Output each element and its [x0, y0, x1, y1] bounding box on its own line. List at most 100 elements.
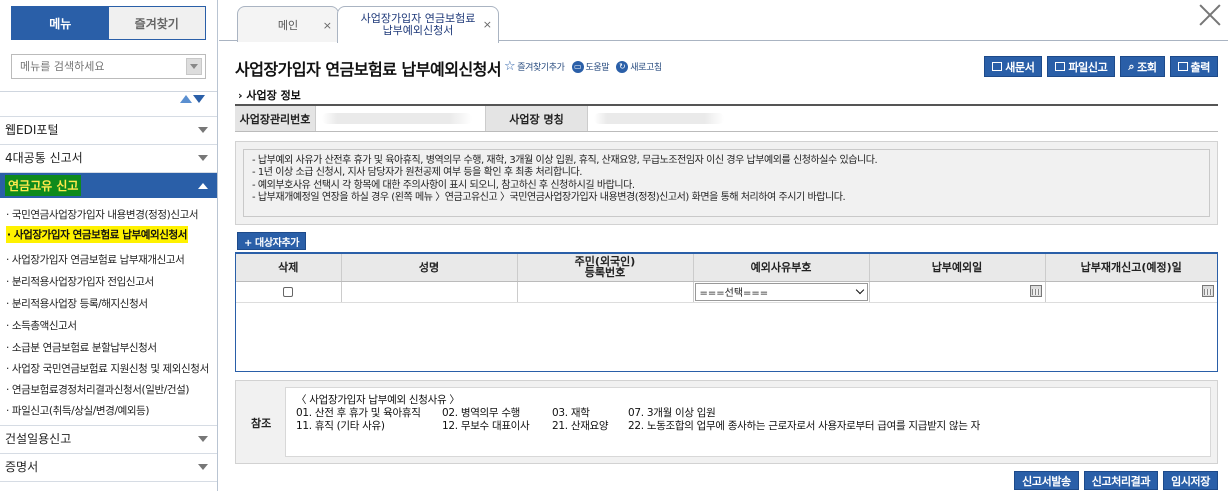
submenu-item[interactable]: · 분리적용사업장가입자 전입신고서 — [6, 274, 154, 289]
menu-group-pension[interactable]: 연금고유 신고 — [0, 172, 217, 198]
column-header-exception-date: 납부예외일 — [869, 254, 1046, 282]
submenu-item[interactable]: · 사업장 국민연금보험료 지원신청 및 제외신청서 — [6, 361, 209, 376]
notice-content: - 납부예외 사유가 산전후 휴가 및 육아휴직, 병역의무 수행, 재학, 3… — [243, 149, 1210, 217]
submenu-item[interactable]: · 파일신고(취득/상실/변경/예외등) — [6, 403, 149, 418]
menu-group-common[interactable]: 4대공통 신고서 — [0, 144, 217, 170]
exception-code-select[interactable]: ===선택=== — [694, 282, 868, 301]
reference-content: 〈 사업장가입자 납부예외 신청사유 〉 01. 산전 후 휴가 및 육아휴직 … — [285, 387, 1211, 457]
new-document-button[interactable]: 새문서 — [984, 56, 1043, 77]
reference-row: 11. 휴직 (기타 사유) 12. 무보수 대표이사 21. 산재요양 22.… — [296, 420, 1200, 433]
business-name-value — [587, 106, 1218, 131]
expand-collapse-controls — [180, 95, 205, 103]
exception-date-input[interactable] — [870, 282, 1045, 302]
submenu-item[interactable]: · 사업장가입자 연금보험료 납부재개신고서 — [6, 252, 185, 267]
favorite-link[interactable]: ☆ 즐겨찾기추가 — [504, 58, 565, 74]
tab-main[interactable]: 메인 × — [237, 6, 339, 42]
close-icon[interactable]: × — [323, 19, 332, 32]
report-result-button[interactable]: 신고처리결과 — [1083, 471, 1159, 490]
notice-line: - 납부재개예정일 연장을 하실 경우 (왼쪽 메뉴 〉연금고유신고 〉국민연금… — [252, 191, 846, 203]
delete-checkbox[interactable] — [283, 286, 294, 297]
column-header-exception-code: 예외사유부호 — [693, 254, 870, 282]
notice-box: - 납부예외 사유가 산전후 휴가 및 육아휴직, 병역의무 수행, 재학, 3… — [235, 141, 1218, 225]
button-label: 조회 — [1137, 60, 1157, 74]
menu-group-label: 증명서 — [5, 460, 39, 474]
menu-search — [11, 54, 206, 79]
business-name-label: 사업장 명칭 — [485, 106, 587, 131]
exception-code-cell: ===선택=== — [693, 281, 870, 303]
button-label: 파일신고 — [1068, 60, 1108, 74]
submenu-item[interactable]: · 연금보험료경정처리결과신청서(일반/건설) — [6, 382, 189, 397]
reason-item: 07. 3개월 이상 입원 — [628, 407, 716, 419]
search-icon: ⌕ — [1128, 59, 1135, 73]
notice-line: - 납부예외 사유가 산전후 휴가 및 육아휴직, 병역의무 수행, 재학, 3… — [252, 155, 878, 166]
refresh-icon: ↻ — [616, 60, 629, 73]
search-dropdown-button[interactable] — [186, 58, 202, 75]
search-button[interactable]: ⌕ 조회 — [1120, 56, 1165, 77]
help-link-label: 도움말 — [585, 63, 610, 73]
chevron-up-icon — [198, 183, 208, 189]
folder-icon — [992, 62, 1003, 71]
tab-menu[interactable]: 메뉴 — [12, 7, 109, 39]
page-title: 사업장가입자 연금보험료 납부예외신청서 — [235, 60, 502, 79]
submenu-item[interactable]: · 분리적용사업장 등록/해지신청서 — [6, 296, 148, 311]
exception-date-cell[interactable] — [869, 281, 1046, 303]
delete-cell — [236, 281, 342, 303]
add-target-button[interactable]: + 대상자추가 — [237, 232, 307, 250]
submenu-item-selected[interactable]: · 사업장가입자 연금보험료 납부예외신청서 — [6, 226, 189, 243]
menu-group-label: 연금고유 신고 — [5, 175, 82, 196]
reference-label: 참조 — [251, 417, 272, 430]
temp-save-button[interactable]: 임시저장 — [1163, 471, 1218, 490]
submit-report-button[interactable]: 신고서발송 — [1014, 471, 1079, 490]
submenu-item[interactable]: · 소득총액신고서 — [6, 318, 77, 333]
reason-item: 11. 휴직 (기타 사유) — [296, 420, 385, 432]
close-window-icon[interactable] — [1198, 3, 1222, 27]
reason-item: 03. 재학 — [552, 407, 590, 419]
notice-line: - 1년 이상 소급 신청시, 지사 담당자가 원천공제 여부 등을 확인 후 … — [252, 167, 583, 179]
toolbar: 새문서 파일신고 ⌕ 조회 출력 — [984, 56, 1218, 77]
reason-item: 21. 산재요양 — [552, 420, 609, 432]
file-report-button[interactable]: 파일신고 — [1047, 56, 1116, 77]
submenu-item[interactable]: · 소급분 연금보험료 분할납부신청서 — [6, 340, 157, 355]
reason-item: 12. 무보수 대표이사 — [442, 420, 530, 432]
close-icon[interactable]: × — [483, 19, 492, 31]
rrn-cell[interactable] — [517, 281, 694, 303]
masked-value — [322, 113, 472, 124]
star-icon: ☆ — [504, 58, 516, 74]
chevron-down-icon — [198, 464, 208, 470]
help-link[interactable]: ▭ 도움말 — [571, 60, 610, 73]
tab-current[interactable]: 사업장가입자 연금보험료 납부예외신청서 × — [337, 6, 499, 43]
resume-date-input[interactable] — [1046, 282, 1218, 302]
table-row: ===선택=== — [236, 281, 1218, 303]
menu-group-webedi[interactable]: 웹EDI포털 — [0, 116, 217, 142]
mgmt-no-value — [315, 106, 485, 131]
sidebar: 메뉴 즐겨찾기 웹EDI포털 4대공통 신고서 연금고유 신고 · 국민연금사업… — [0, 0, 218, 491]
reference-heading: 〈 사업장가입자 납부예외 신청사유 〉 — [296, 394, 460, 406]
favorite-link-label: 즐겨찾기추가 — [517, 63, 565, 73]
refresh-link-label: 새로고침 — [630, 63, 662, 73]
chevron-down-icon — [855, 285, 864, 295]
submenu-item[interactable]: · 국민연금사업장가입자 내용변경(정정)신고서 — [6, 207, 199, 222]
collapse-all-icon[interactable] — [180, 95, 192, 103]
tab-favorites[interactable]: 즐겨찾기 — [108, 7, 205, 39]
folder-icon — [1055, 62, 1066, 71]
column-header-name: 성명 — [341, 254, 518, 282]
print-button[interactable]: 출력 — [1169, 56, 1218, 77]
expand-all-icon[interactable] — [193, 95, 205, 103]
calendar-icon[interactable] — [1202, 284, 1214, 297]
column-header-rrn-line2: 등록번호 — [584, 266, 626, 280]
chevron-down-icon — [198, 127, 208, 133]
select-value: ===선택=== — [699, 288, 769, 299]
calendar-icon[interactable] — [1029, 284, 1042, 297]
menu-group-more[interactable] — [0, 481, 217, 491]
name-cell[interactable] — [341, 281, 518, 303]
reason-item: 02. 병역의무 수행 — [442, 407, 521, 419]
resume-date-cell[interactable] — [1045, 281, 1218, 303]
chevron-down-icon — [198, 436, 208, 442]
menu-group-label: 4대공통 신고서 — [5, 151, 83, 165]
menu-group-certificate[interactable]: 증명서 — [0, 453, 217, 479]
column-header-delete: 삭제 — [236, 254, 342, 282]
menu-group-construction[interactable]: 건설일용신고 — [0, 425, 217, 451]
menu-search-input[interactable] — [12, 55, 182, 78]
refresh-link[interactable]: ↻ 새로고침 — [616, 60, 662, 73]
tab-label: 사업장가입자 연금보험료 납부예외신청서 — [361, 13, 476, 37]
